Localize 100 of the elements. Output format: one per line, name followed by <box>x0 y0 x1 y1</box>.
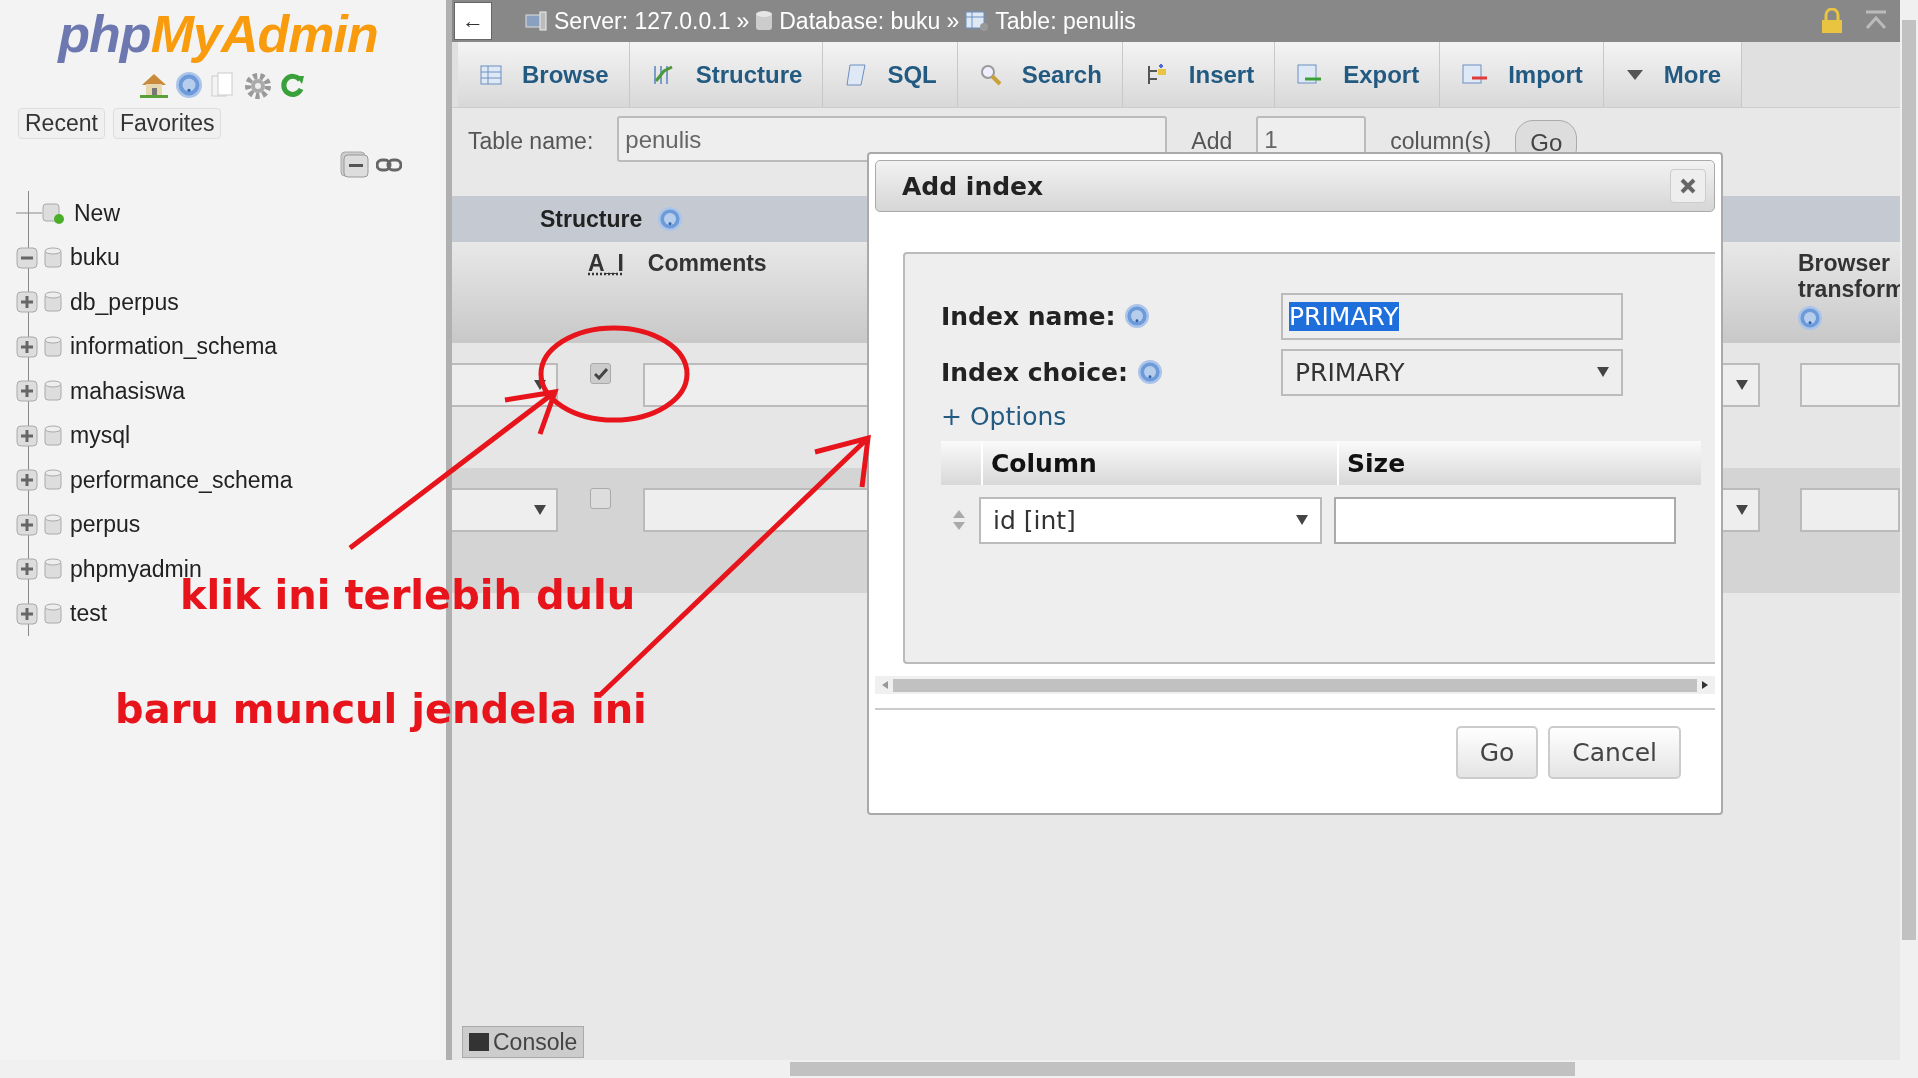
database-icon <box>44 424 62 447</box>
nav-tab[interactable]: Export <box>1275 42 1441 107</box>
size-field[interactable] <box>1334 496 1676 544</box>
auto-increment-checkbox[interactable] <box>590 488 611 509</box>
database-icon <box>44 602 62 625</box>
nav-tab[interactable]: Structure <box>629 42 824 107</box>
database-link[interactable]: performance_schema <box>70 466 293 494</box>
column-header: Comments <box>647 250 767 277</box>
nav-tab[interactable]: Search <box>957 42 1123 107</box>
vertical-scrollbar[interactable] <box>1900 0 1918 1060</box>
back-button[interactable]: ← <box>454 2 492 40</box>
nav-tab[interactable]: SQL <box>823 42 958 107</box>
caret-icon <box>534 505 546 515</box>
database-link[interactable]: mysql <box>70 422 131 450</box>
database-link[interactable]: db_perpus <box>70 288 179 316</box>
drag-handle-icon[interactable] <box>951 508 967 532</box>
expand-icon[interactable] <box>16 424 38 447</box>
sidebar-tab[interactable]: Favorites <box>112 108 222 139</box>
database-icon <box>44 246 62 269</box>
expand-icon[interactable] <box>16 602 38 625</box>
scroll-left-icon[interactable] <box>881 680 889 690</box>
help-icon <box>1137 360 1162 384</box>
auto-increment-checkbox[interactable] <box>590 363 611 384</box>
expand-icon[interactable] <box>16 558 38 581</box>
transformation-field[interactable] <box>1800 488 1900 532</box>
console-icon <box>469 1033 489 1051</box>
table-name-label: Table name: <box>468 127 594 155</box>
database-icon <box>44 291 62 314</box>
horizontal-scrollbar[interactable] <box>0 1060 1918 1078</box>
help-icon <box>658 207 683 231</box>
annotation-text: baru muncul jendela ini <box>115 686 647 732</box>
caret-icon <box>1597 367 1609 377</box>
dialog-button[interactable]: Go <box>1455 726 1539 779</box>
console-button[interactable]: Console <box>462 1026 585 1058</box>
search-icon <box>979 63 1002 86</box>
nav-tab[interactable]: Import <box>1440 42 1604 107</box>
expand-icon[interactable] <box>16 469 38 492</box>
database-icon <box>44 558 62 581</box>
sidebar-tab[interactable]: Recent <box>18 108 105 139</box>
index-choice-select[interactable]: PRIMARY <box>1281 348 1623 396</box>
caret-icon <box>1736 380 1748 390</box>
help-icon <box>1798 306 1822 330</box>
database-link[interactable]: information_schema <box>70 333 278 361</box>
breadcrumb-link[interactable]: Server: 127.0.0.1 <box>554 7 731 35</box>
options-link[interactable]: + Options <box>941 402 1715 431</box>
expand-icon[interactable] <box>16 380 38 403</box>
transformation-field[interactable] <box>1800 363 1900 407</box>
home-icon[interactable] <box>140 72 168 98</box>
mime-select[interactable] <box>1720 488 1760 532</box>
table-icon <box>480 63 502 86</box>
expand-icon[interactable] <box>16 291 38 314</box>
column-header: A_I <box>588 250 624 277</box>
field-label: Index choice: <box>941 357 1128 387</box>
settings-icon[interactable] <box>244 72 272 100</box>
database-link[interactable]: buku <box>70 244 120 272</box>
table-icon <box>965 10 990 32</box>
collapse-all-icon[interactable] <box>340 151 370 179</box>
close-button[interactable] <box>1670 169 1706 203</box>
nav-tab[interactable]: Browse <box>458 42 630 107</box>
expand-icon[interactable] <box>16 513 38 536</box>
database-icon <box>44 469 62 492</box>
caret-icon <box>534 380 546 390</box>
new-database-icon <box>42 201 66 226</box>
database-icon <box>755 10 774 32</box>
export-icon <box>1297 63 1324 86</box>
add-label: Add <box>1191 127 1233 155</box>
horizontal-scrollbar[interactable] <box>875 676 1715 694</box>
field-label: Index name: <box>941 301 1116 331</box>
database-icon <box>44 335 62 358</box>
caret-icon <box>1625 68 1644 81</box>
database-link[interactable]: mahasiswa <box>70 377 186 405</box>
column-select[interactable]: id [int] <box>979 496 1322 544</box>
import-icon <box>1462 63 1489 86</box>
scroll-right-icon[interactable] <box>1701 680 1709 690</box>
mime-select[interactable] <box>1720 363 1760 407</box>
database-link[interactable]: New <box>74 199 120 227</box>
collapse-icon[interactable] <box>16 246 38 269</box>
database-icon <box>44 380 62 403</box>
database-link[interactable]: test <box>70 600 108 628</box>
column-header: Size <box>1337 441 1697 485</box>
reload-icon[interactable] <box>280 72 306 98</box>
columns-label: column(s) <box>1390 127 1492 155</box>
caret-icon <box>1736 505 1748 515</box>
section-title: Structure <box>540 205 643 233</box>
caret-icon <box>1296 515 1308 525</box>
breadcrumb-link[interactable]: Table: penulis <box>995 7 1136 35</box>
nav-tab[interactable]: More <box>1603 42 1743 107</box>
help-icon <box>1125 304 1150 328</box>
database-icon <box>44 513 62 536</box>
server-icon <box>524 10 548 32</box>
index-name-field[interactable]: PRIMARY <box>1281 292 1623 340</box>
breadcrumb-separator: » <box>736 7 750 35</box>
dialog-button[interactable]: Cancel <box>1548 726 1681 779</box>
nav-tab[interactable]: Insert <box>1122 42 1276 107</box>
breadcrumb-link[interactable]: Database: buku <box>779 7 941 35</box>
link-icon[interactable] <box>376 158 402 172</box>
column-header: Column <box>981 441 1337 485</box>
expand-icon[interactable] <box>16 335 38 358</box>
database-link[interactable]: perpus <box>70 511 141 539</box>
breadcrumb-separator: » <box>946 7 960 35</box>
